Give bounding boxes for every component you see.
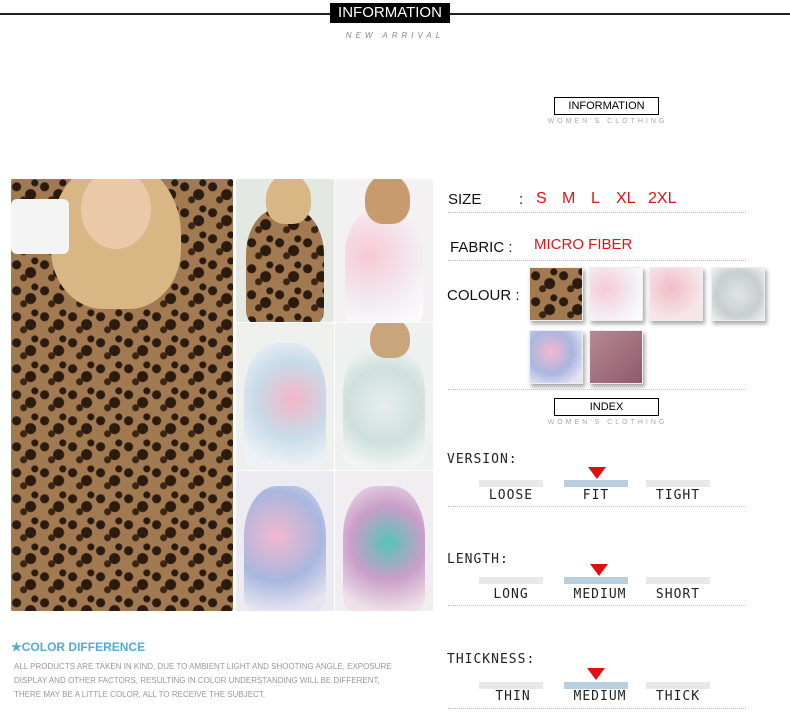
size-divider xyxy=(448,212,746,213)
thumb-leopard xyxy=(236,179,334,322)
swatch-wine[interactable] xyxy=(589,330,643,384)
thickness-divider xyxy=(448,708,746,709)
length-option-medium: MEDIUM xyxy=(573,587,627,602)
version-marker xyxy=(588,467,606,479)
thickness-option-thick: THICK xyxy=(655,689,701,704)
fabric-divider xyxy=(448,260,746,261)
size-s: S xyxy=(536,190,547,207)
version-seg-fit xyxy=(564,480,628,487)
banner-subtitle: NEW ARRIVAL xyxy=(345,31,445,40)
fabric-value: MICRO FIBER xyxy=(534,236,633,253)
color-difference-title: ★COLOR DIFFERENCE xyxy=(11,640,146,654)
length-option-long: LONG xyxy=(493,587,529,602)
info-heading: INFORMATION xyxy=(554,97,659,115)
thumb-blue xyxy=(236,323,334,470)
swatch-grey[interactable] xyxy=(711,267,765,321)
length-option-short: SHORT xyxy=(655,587,701,602)
swatch-blue-pink[interactable] xyxy=(529,330,583,384)
version-seg-tight xyxy=(646,480,710,487)
main-product-photo xyxy=(11,179,233,611)
version-title: VERSION: xyxy=(447,452,518,467)
thumb-pink xyxy=(335,179,433,322)
size-separator: : xyxy=(519,191,524,208)
banner-title: INFORMATION xyxy=(330,3,450,23)
version-divider xyxy=(448,506,746,507)
swatch-pink[interactable] xyxy=(589,267,643,321)
thickness-seg-thin xyxy=(479,682,543,689)
colour-label: COLOUR : xyxy=(447,287,520,304)
swatch-rose[interactable] xyxy=(649,267,703,321)
color-difference-line: THERE MAY BE A LITTLE COLOR, ALL TO RECE… xyxy=(14,690,266,699)
info-subheading: WOMEN'S CLOTHING xyxy=(547,118,668,125)
thickness-option-medium: MEDIUM xyxy=(573,689,627,704)
thickness-seg-thick xyxy=(646,682,710,689)
swatch-leopard[interactable] xyxy=(529,267,583,321)
size-l: L xyxy=(591,190,600,207)
fabric-label: FABRIC : xyxy=(450,239,513,256)
version-option-tight: TIGHT xyxy=(655,488,701,503)
color-difference-line: ALL PRODUCTS ARE TAKEN IN KIND, DUE TO A… xyxy=(14,662,392,671)
version-option-fit: FIT xyxy=(582,488,610,503)
size-xl: XL xyxy=(616,190,636,207)
thumb-purple xyxy=(236,471,334,611)
color-difference-line: DISPLAY AND OTHER FACTORS, RESULTING IN … xyxy=(14,676,380,685)
index-heading: INDEX xyxy=(554,398,659,416)
thickness-title: THICKNESS: xyxy=(447,652,536,667)
thickness-option-thin: THIN xyxy=(495,689,531,704)
thickness-marker xyxy=(587,668,605,680)
length-title: LENGTH: xyxy=(447,552,509,567)
color-difference-note: ALL PRODUCTS ARE TAKEN IN KIND, DUE TO A… xyxy=(14,660,394,702)
length-seg-short xyxy=(646,577,710,584)
version-option-loose: LOOSE xyxy=(488,488,534,503)
length-seg-long xyxy=(479,577,543,584)
length-seg-medium xyxy=(564,577,628,584)
thumb-teal xyxy=(335,471,433,611)
version-seg-loose xyxy=(479,480,543,487)
coffee-mug xyxy=(11,199,69,254)
size-label: SIZE xyxy=(448,191,482,208)
thickness-seg-medium xyxy=(564,682,628,689)
length-divider xyxy=(448,605,746,606)
size-m: M xyxy=(562,190,576,207)
size-2xl: 2XL xyxy=(648,190,677,207)
length-marker xyxy=(590,564,608,576)
colour-divider xyxy=(448,389,746,390)
index-subheading: WOMEN'S CLOTHING xyxy=(547,419,668,426)
thumb-sage xyxy=(335,323,433,470)
